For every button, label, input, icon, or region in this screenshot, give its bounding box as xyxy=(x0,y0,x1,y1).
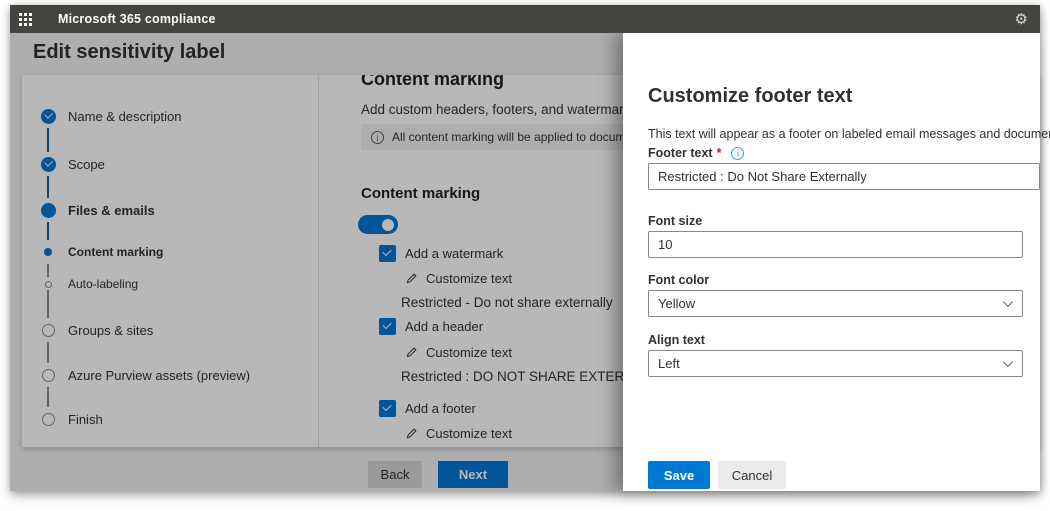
waffle-icon[interactable] xyxy=(10,5,40,33)
gear-icon[interactable]: ⚙ xyxy=(1015,5,1028,33)
footer-text-label: Footer text * xyxy=(648,146,744,160)
font-color-dropdown[interactable]: Yellow xyxy=(648,290,1023,317)
info-icon[interactable] xyxy=(731,147,744,160)
chevron-down-icon xyxy=(1003,357,1013,367)
save-button[interactable]: Save xyxy=(648,461,710,489)
footer-text-input[interactable] xyxy=(648,163,1040,190)
align-text-dropdown[interactable]: Left xyxy=(648,350,1023,377)
panel-description: This text will appear as a footer on lab… xyxy=(648,127,1050,141)
cancel-button[interactable]: Cancel xyxy=(718,461,786,489)
app-title: Microsoft 365 compliance xyxy=(58,12,216,26)
font-color-value: Yellow xyxy=(658,296,695,311)
field-label-text: Footer text xyxy=(648,146,713,160)
align-text-label: Align text xyxy=(648,333,705,347)
panel-title: Customize footer text xyxy=(648,85,852,108)
required-asterisk: * xyxy=(717,146,722,160)
app-window: Microsoft 365 compliance ⚙ Edit sensitiv… xyxy=(10,5,1040,491)
font-color-label: Font color xyxy=(648,273,709,287)
waffle-grid xyxy=(19,13,32,26)
align-text-value: Left xyxy=(658,356,680,371)
field-label-text: Font color xyxy=(648,273,709,287)
field-label-text: Align text xyxy=(648,333,705,347)
font-size-label: Font size xyxy=(648,214,702,228)
font-size-input[interactable] xyxy=(648,231,1023,258)
field-label-text: Font size xyxy=(648,214,702,228)
app-header: Microsoft 365 compliance ⚙ xyxy=(10,5,1040,33)
chevron-down-icon xyxy=(1003,297,1013,307)
customize-footer-panel: Customize footer text This text will app… xyxy=(623,33,1040,491)
